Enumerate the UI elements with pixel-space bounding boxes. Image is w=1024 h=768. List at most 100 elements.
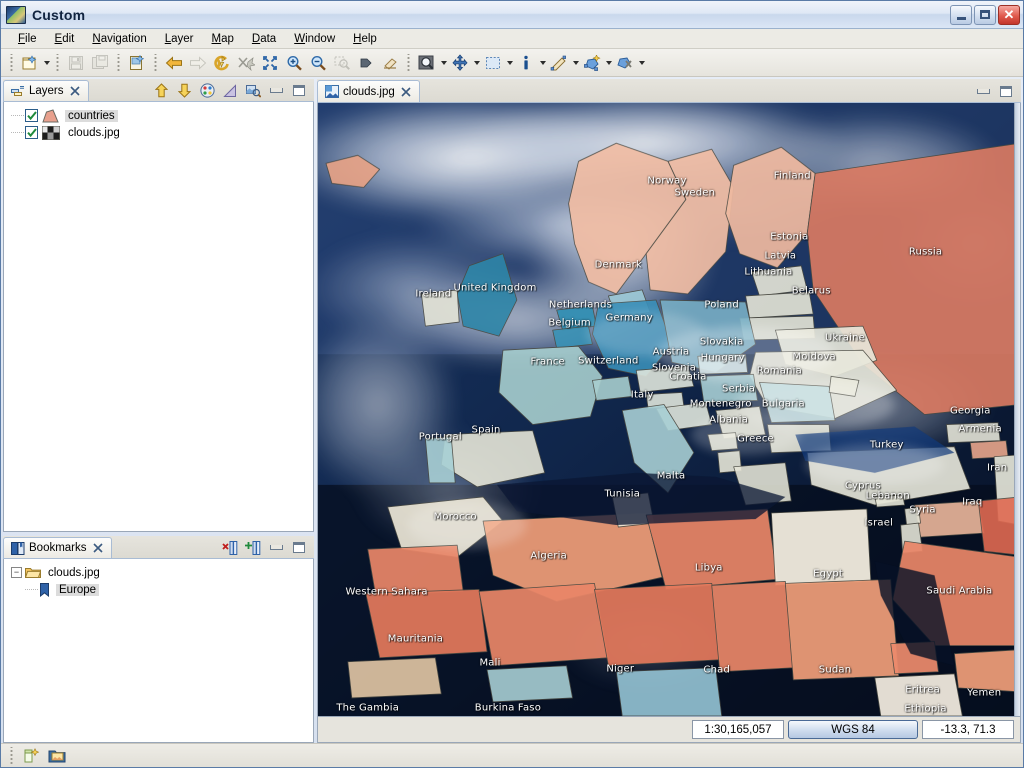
- toolbar-grip-3[interactable]: [115, 53, 122, 72]
- menu-navigation[interactable]: Navigation: [83, 31, 155, 47]
- eraser-icon[interactable]: [378, 51, 402, 75]
- delete-bookmark-icon[interactable]: [219, 538, 241, 558]
- toolbar-grip-2[interactable]: [54, 53, 61, 72]
- application-window: Custom ✕ File Edit Navigation Layer Map …: [0, 0, 1024, 768]
- menu-help[interactable]: Help: [344, 31, 386, 47]
- map-editor-tools: [972, 81, 1021, 102]
- toolbar-grip[interactable]: [8, 53, 15, 72]
- new-map-icon[interactable]: [18, 51, 42, 75]
- maximize-icon[interactable]: [288, 538, 310, 558]
- forward-arrow-icon[interactable]: [186, 51, 210, 75]
- menu-map[interactable]: Map: [203, 31, 243, 47]
- add-data-icon[interactable]: [18, 745, 44, 767]
- add-bookmark-icon[interactable]: [242, 538, 264, 558]
- folder-open-icon: [24, 566, 42, 579]
- raster-layer-icon: [42, 125, 60, 140]
- save-all-icon[interactable]: [88, 51, 112, 75]
- minimize-icon: [956, 16, 966, 20]
- edit-geometry-dropdown-icon[interactable]: [571, 52, 580, 74]
- new-layer-icon[interactable]: [125, 51, 149, 75]
- maximize-icon: [980, 10, 990, 19]
- bookmark-row-europe[interactable]: Europe: [7, 581, 310, 598]
- pan-tool-dropdown-icon[interactable]: [472, 52, 481, 74]
- layer-visibility-checkbox[interactable]: [25, 109, 38, 122]
- select-box-dropdown-icon[interactable]: [505, 52, 514, 74]
- zoom-tool-icon[interactable]: [415, 51, 439, 75]
- zoom-in-icon[interactable]: [282, 51, 306, 75]
- map-editor-tabrow: clouds.jpg: [317, 79, 1021, 103]
- edit-geometry-icon[interactable]: [547, 51, 571, 75]
- layer-visibility-checkbox[interactable]: [25, 126, 38, 139]
- close-icon[interactable]: [401, 86, 412, 97]
- zoom-to-selection-icon[interactable]: [330, 51, 354, 75]
- tab-layers[interactable]: Layers: [3, 80, 89, 101]
- map-vertical-scrollbar[interactable]: [1014, 103, 1020, 716]
- toolbar-grip-4[interactable]: [152, 53, 159, 72]
- zoom-to-fit-icon[interactable]: [258, 51, 282, 75]
- tab-bookmarks[interactable]: Bookmarks: [3, 537, 112, 558]
- map-editor-panel: clouds.jpg Norway Sweden Finland Estonia…: [317, 79, 1021, 743]
- menu-data[interactable]: Data: [243, 31, 285, 47]
- layers-panel-body: countries clouds.jpg: [3, 102, 314, 532]
- pan-to-icon[interactable]: [354, 51, 378, 75]
- bookmark-folder-row[interactable]: − clouds.jpg: [7, 564, 310, 581]
- reset-icon[interactable]: [234, 51, 258, 75]
- refresh-icon[interactable]: [210, 51, 234, 75]
- menu-window[interactable]: Window: [285, 31, 344, 47]
- tab-clouds-jpg[interactable]: clouds.jpg: [317, 80, 420, 102]
- window-status-bar: [1, 743, 1023, 767]
- add-vertex-icon[interactable]: [580, 51, 604, 75]
- style-editor-icon[interactable]: [196, 81, 218, 101]
- coordinate-display: -13.3, 71.3: [922, 720, 1014, 739]
- zoom-to-layer-icon[interactable]: [242, 81, 264, 101]
- select-box-icon[interactable]: [481, 51, 505, 75]
- new-map-dropdown-icon[interactable]: [42, 52, 51, 74]
- zoom-out-icon[interactable]: [306, 51, 330, 75]
- map-canvas[interactable]: Norway Sweden Finland Estonia Latvia Lithuani…: [318, 103, 1020, 716]
- layer-row-clouds[interactable]: clouds.jpg: [7, 124, 310, 141]
- toolbar-grip-5[interactable]: [405, 53, 412, 72]
- crs-button[interactable]: WGS 84: [788, 720, 918, 739]
- open-image-icon[interactable]: [44, 745, 70, 767]
- pan-tool-icon[interactable]: [448, 51, 472, 75]
- main-toolbar: [1, 49, 1023, 77]
- minimize-icon[interactable]: [972, 82, 994, 102]
- add-vertex-dropdown-icon[interactable]: [604, 52, 613, 74]
- info-tool-dropdown-icon[interactable]: [538, 52, 547, 74]
- zoom-tool-dropdown-icon[interactable]: [439, 52, 448, 74]
- status-grip[interactable]: [8, 746, 15, 765]
- close-icon[interactable]: [70, 86, 81, 97]
- bookmark-label-europe: Europe: [56, 583, 100, 596]
- bookmarks-panel-body: − clouds.jpg Europe: [3, 559, 314, 743]
- close-button[interactable]: ✕: [998, 4, 1020, 25]
- close-icon[interactable]: [93, 543, 104, 554]
- bookmarks-icon: [11, 541, 25, 555]
- raster-file-icon: [325, 85, 339, 98]
- menu-file[interactable]: File: [9, 31, 46, 47]
- move-layer-down-icon[interactable]: [173, 81, 195, 101]
- bookmark-icon: [39, 582, 50, 597]
- menu-layer[interactable]: Layer: [156, 31, 203, 47]
- map-canvas-container[interactable]: Norway Sweden Finland Estonia Latvia Lithuani…: [317, 103, 1021, 717]
- collapse-icon[interactable]: −: [11, 567, 22, 578]
- delete-feature-icon[interactable]: [613, 51, 637, 75]
- map-editor-column: clouds.jpg Norway Sweden Finland Estonia…: [317, 79, 1021, 743]
- workspace: Layers countries clouds.jpg Bookmarks − …: [1, 77, 1023, 743]
- layer-row-countries[interactable]: countries: [7, 107, 310, 124]
- bookmarks-panel-tools: [219, 537, 314, 558]
- minimize-icon[interactable]: [265, 538, 287, 558]
- back-arrow-icon[interactable]: [162, 51, 186, 75]
- tab-clouds-label: clouds.jpg: [343, 85, 395, 98]
- minimize-icon[interactable]: [265, 81, 287, 101]
- delete-feature-dropdown-icon[interactable]: [637, 52, 646, 74]
- maximize-button[interactable]: [974, 4, 996, 25]
- minimize-button[interactable]: [950, 4, 972, 25]
- move-layer-up-icon[interactable]: [150, 81, 172, 101]
- maximize-icon[interactable]: [995, 82, 1017, 102]
- menu-edit[interactable]: Edit: [46, 31, 84, 47]
- maximize-icon[interactable]: [288, 81, 310, 101]
- transparency-icon[interactable]: [219, 81, 241, 101]
- info-tool-icon[interactable]: [514, 51, 538, 75]
- left-panel-column: Layers countries clouds.jpg Bookmarks − …: [3, 79, 314, 743]
- save-icon[interactable]: [64, 51, 88, 75]
